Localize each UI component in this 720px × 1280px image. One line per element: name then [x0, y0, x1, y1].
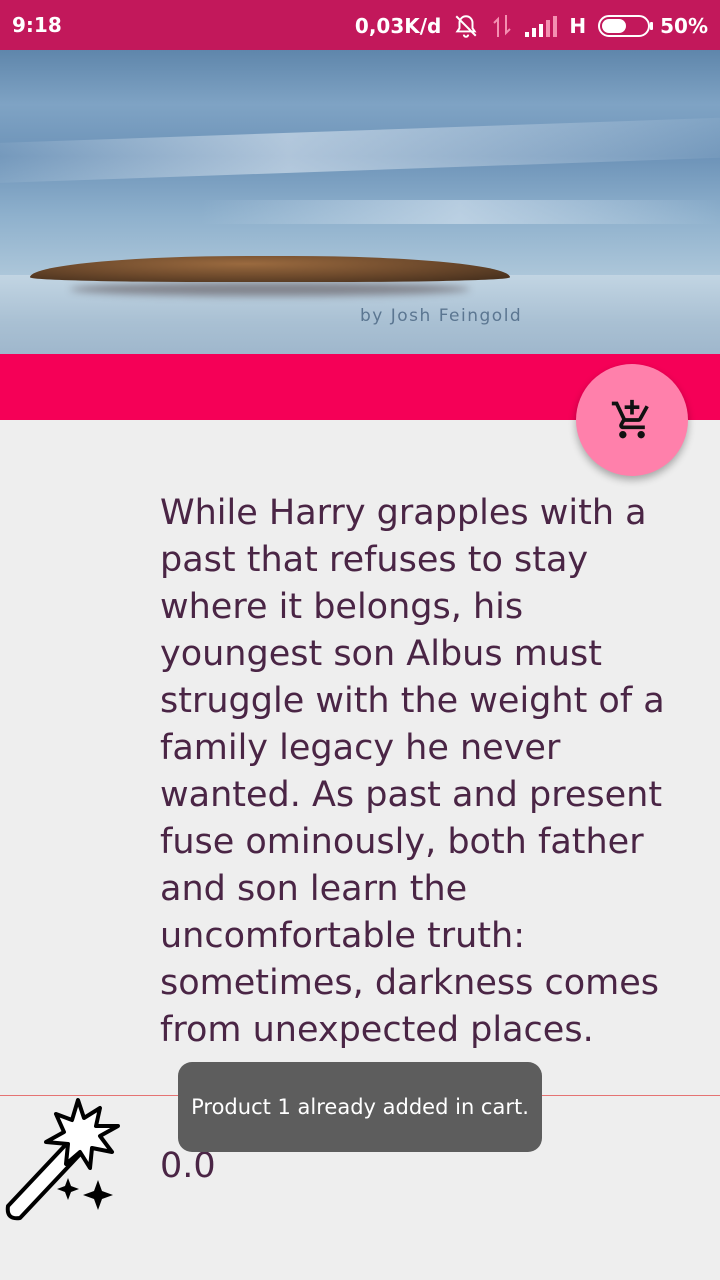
add-shopping-cart-icon	[611, 399, 649, 439]
cloud-streak	[200, 200, 720, 224]
cloud-streak	[0, 115, 720, 185]
island-reflection	[70, 282, 470, 296]
magic-wand-icon	[0, 1096, 125, 1221]
battery-percent: 50%	[660, 14, 708, 38]
data-transfer-icon	[491, 13, 513, 39]
bell-off-icon	[453, 13, 479, 39]
battery-indicator: 50%	[598, 14, 708, 38]
toast-text: Product 1 already added in cart.	[191, 1095, 529, 1119]
status-indicators: 0,03K/d H 50%	[355, 13, 708, 39]
network-speed: 0,03K/d	[354, 14, 442, 38]
product-price: 0.0	[160, 1146, 216, 1186]
status-time: 9:18	[12, 13, 62, 37]
cover-author: by Josh Feingold	[360, 306, 523, 326]
add-to-cart-button[interactable]	[576, 364, 688, 476]
status-bar: 9:18 0,03K/d H 50%	[0, 0, 720, 50]
signal-icon	[525, 15, 558, 37]
battery-icon	[598, 15, 654, 37]
product-description: While Harry grapples with a past that re…	[160, 493, 665, 1050]
network-type: H	[569, 14, 587, 38]
island	[30, 256, 510, 282]
book-cover-image: by Josh Feingold	[0, 50, 720, 354]
toast-message: Product 1 already added in cart.	[178, 1062, 542, 1152]
